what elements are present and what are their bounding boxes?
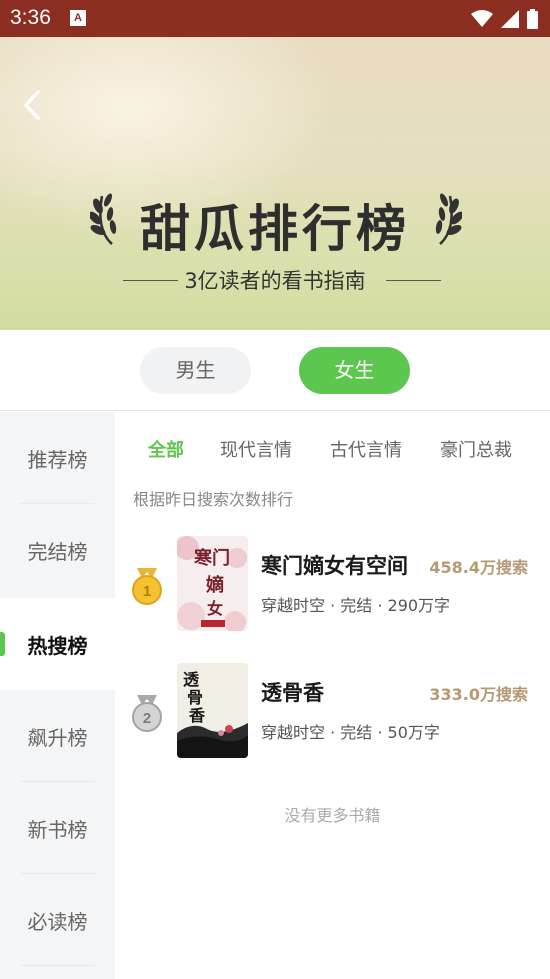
system-icons (471, 8, 538, 30)
medal-rank: 2 (143, 710, 151, 727)
search-count: 458.4万搜索 (429, 558, 528, 577)
banner-title: 甜瓜排行榜 (140, 200, 410, 258)
chevron-left-icon (24, 90, 40, 120)
notification-icon: A (70, 10, 86, 26)
sidebar-item-label: 飙升榜 (27, 725, 88, 750)
sidebar-item-label: 推荐榜 (27, 447, 88, 472)
book-cover[interactable]: 透 骨 香 (177, 663, 248, 758)
svg-text:女: 女 (207, 599, 223, 618)
book-cover-art: 透 骨 香 (177, 663, 248, 758)
book-meta: 穿越时空 · 完结 · 50万字 (261, 723, 440, 742)
sidebar-item-recommended[interactable]: 推荐榜 (0, 412, 115, 504)
ranking-banner: 甜瓜排行榜 3亿读者的看书指南 (0, 37, 550, 330)
book-title: 寒门嫡女有空间 (261, 554, 408, 578)
book-cover[interactable]: 寒门 嫡 女 (177, 536, 248, 631)
svg-text:透: 透 (183, 670, 200, 689)
gender-tab-male[interactable]: 男生 (140, 347, 251, 394)
active-indicator (0, 632, 5, 656)
book-row[interactable]: 1 寒门 嫡 女 寒门嫡女有空间 458.4万搜索 穿越时空 · 完结 · 29… (115, 536, 550, 636)
book-row[interactable]: 2 透 骨 香 透骨香 333.0万搜索 穿越时空 · 完结 · 50万字 (115, 663, 550, 763)
search-count: 333.0万搜索 (429, 685, 528, 704)
book-meta: 穿越时空 · 完结 · 290万字 (261, 596, 451, 615)
divider (20, 965, 95, 966)
gold-medal-icon: 1 (132, 568, 162, 605)
tab-all[interactable]: 全部 (148, 436, 184, 462)
medal-rank: 1 (143, 583, 151, 600)
no-more-books: 没有更多书籍 (284, 806, 381, 825)
ranking-content: 全部 现代言情 古代言情 豪门总裁 根据昨日搜索次数排行 1 寒门 嫡 女 寒门… (115, 412, 550, 979)
banner-subtitle: 3亿读者的看书指南 (184, 269, 366, 293)
tab-modern-romance[interactable]: 现代言情 (220, 436, 292, 462)
status-bar: 3:36 A (0, 0, 550, 37)
wifi-icon (471, 10, 493, 27)
sidebar-item-new-books[interactable]: 新书榜 (0, 782, 115, 874)
battery-icon (527, 9, 538, 29)
svg-text:嫡: 嫡 (206, 574, 224, 596)
tab-ancient-romance[interactable]: 古代言情 (330, 436, 402, 462)
silver-medal-icon: 2 (132, 695, 162, 732)
sidebar-item-label: 完结榜 (27, 539, 88, 564)
sidebar-item-label: 热搜榜 (27, 633, 88, 658)
status-time: 3:36 (10, 6, 51, 29)
tab-rich-ceo[interactable]: 豪门总裁 (440, 436, 512, 462)
sidebar-item-must-read[interactable]: 必读榜 (0, 874, 115, 966)
sidebar-item-completed[interactable]: 完结榜 (0, 504, 115, 596)
svg-text:寒门: 寒门 (193, 547, 230, 569)
gender-toggle: 男生 女生 (0, 330, 550, 411)
sidebar-item-label: 新书榜 (27, 817, 88, 842)
sidebar-item-hot-search[interactable]: 热搜榜 (0, 598, 115, 690)
svg-text:香: 香 (188, 706, 206, 725)
back-button[interactable] (18, 87, 48, 123)
svg-text:骨: 骨 (187, 688, 203, 707)
sidebar-item-rising[interactable]: 飙升榜 (0, 690, 115, 782)
sidebar-item-label: 必读榜 (27, 909, 88, 934)
signal-icon (501, 10, 519, 28)
book-cover-art: 寒门 嫡 女 (177, 536, 248, 631)
gender-tab-female[interactable]: 女生 (299, 347, 410, 394)
book-title: 透骨香 (261, 681, 324, 705)
ranking-sidebar: 推荐榜 完结榜 热搜榜 飙升榜 新书榜 必读榜 (0, 412, 115, 979)
subtitle-line-right (386, 280, 441, 281)
ranking-description: 根据昨日搜索次数排行 (133, 490, 294, 509)
